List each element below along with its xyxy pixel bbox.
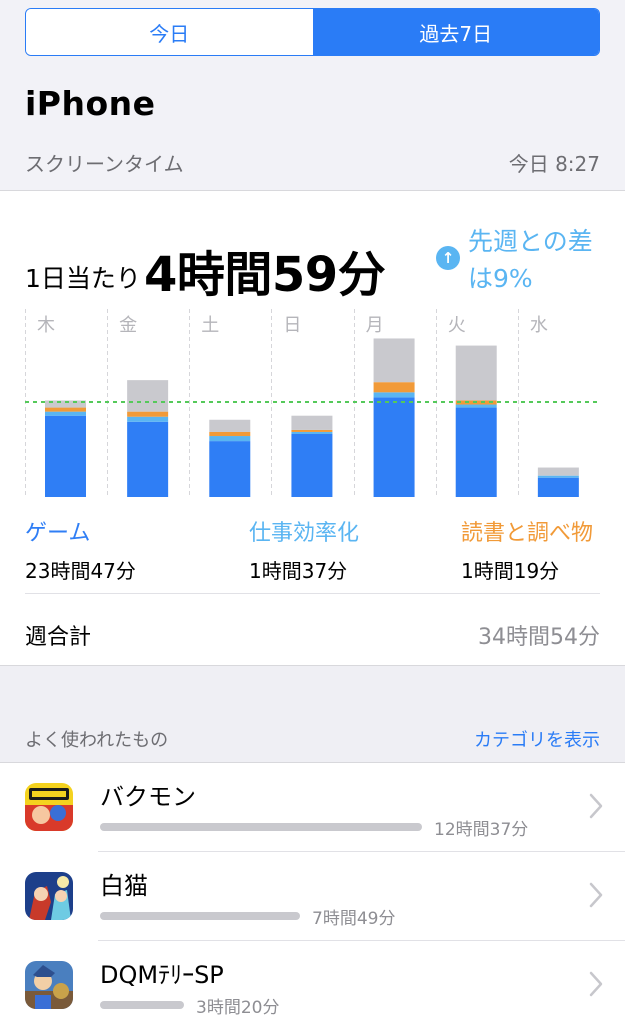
divider [25, 593, 600, 594]
chart-bar-segment [291, 433, 333, 497]
category-productivity: 仕事効率化 1時間37分 [249, 515, 359, 584]
chart-bar-segment [291, 431, 333, 434]
header-area: 今日 過去7日 iPhone スクリーンタイム 今日 8:27 [0, 0, 625, 190]
app-usage-bar [100, 823, 422, 831]
chart-bar-segment [455, 404, 497, 408]
chevron-right-icon [589, 971, 603, 997]
category-time: 23時間47分 [25, 559, 136, 583]
chart-bar-segment [127, 416, 169, 422]
chart-bar-segment [127, 380, 169, 412]
weekly-usage-chart: 木金土日月火水 [25, 309, 600, 497]
bakumon-app-icon [25, 783, 73, 831]
category-name: ゲーム [25, 521, 91, 546]
chart-bar-segment [209, 431, 251, 437]
app-usage-time: 12時間37分 [434, 820, 529, 840]
chart-bar-segment [291, 415, 333, 430]
device-title: iPhone [25, 84, 156, 123]
shironeko-app-icon [25, 872, 73, 920]
dqm-app-icon [25, 961, 73, 1009]
app-row-bakumon[interactable]: バクモン 12時間37分 [0, 763, 625, 852]
chart-bar-segment [373, 382, 415, 393]
period-segmented-control: 今日 過去7日 [25, 8, 600, 56]
category-games: ゲーム 23時間47分 [25, 515, 136, 584]
category-name: 仕事効率化 [249, 521, 360, 546]
show-categories-link[interactable]: カテゴリを表示 [474, 726, 600, 752]
daily-average-value: 4時間59分 [144, 247, 386, 303]
tab-past-7-days[interactable]: 過去7日 [312, 9, 599, 55]
chart-bar-segment [209, 441, 251, 497]
week-diff-text: 先週との差は9% [468, 227, 593, 293]
category-reading: 読書と調べ物 1時間19分 [461, 515, 593, 584]
chart-bar-segment [537, 467, 579, 476]
app-usage-time: 3時間20分 [196, 998, 280, 1018]
app-list: バクモン 12時間37分 白猫 7時間49分 DQMﾃﾘｰSP 3時間20分 [0, 762, 625, 1024]
app-row-shironeko[interactable]: 白猫 7時間49分 [0, 852, 625, 941]
category-time: 1時間19分 [461, 559, 560, 583]
app-name: DQMﾃﾘｰSP [100, 961, 224, 989]
usage-summary-card[interactable]: 1日当たり 4時間59分 ↑ 先週との差は9% 木 金 土 日 月 火 水 ゲーム 23時間… [0, 190, 625, 666]
chart-bar-segment [537, 475, 579, 478]
chart-bar-segment [455, 345, 497, 401]
app-name: 白猫 [100, 872, 148, 900]
chart-bar-segment [127, 421, 169, 497]
screen-time-timestamp: 今日 8:27 [508, 152, 600, 176]
chart-bar-segment [45, 407, 86, 412]
chart-bar-segment [537, 477, 579, 497]
most-used-label: よく使われたもの [25, 730, 169, 751]
chart-day-label: 木 [37, 315, 55, 336]
tab-today[interactable]: 今日 [26, 9, 313, 55]
chart-day-label: 火 [448, 315, 466, 336]
chart-bar-segment [373, 397, 415, 497]
category-name: 読書と調べ物 [461, 521, 594, 546]
chart-bar-segment [45, 415, 86, 497]
chart-day-label: 土 [201, 315, 219, 336]
chart-bar-segment [373, 392, 415, 398]
category-time: 1時間37分 [249, 559, 348, 583]
chart-day-label: 日 [283, 315, 301, 336]
app-usage-bar [100, 1001, 184, 1009]
chart-bar-segment [209, 436, 251, 442]
app-row-dqm[interactable]: DQMﾃﾘｰSP 3時間20分 [0, 941, 625, 1024]
screen-time-label: スクリーンタイム [25, 152, 184, 176]
arrow-up-icon: ↑ [436, 246, 460, 270]
chart-bar-segment [45, 411, 86, 416]
chart-day-label: 月 [366, 315, 384, 336]
app-usage-time: 7時間49分 [312, 909, 396, 929]
chart-bar-segment [127, 411, 169, 417]
weekly-total-label: 週合計 [25, 625, 92, 650]
chart-day-label: 金 [119, 315, 137, 336]
app-name: バクモン [100, 783, 196, 811]
chevron-right-icon [589, 882, 603, 908]
chevron-right-icon [589, 793, 603, 819]
chart-bar-segment [455, 407, 497, 497]
chart-bar-segment [291, 429, 333, 432]
app-usage-bar [100, 912, 300, 920]
chart-day-label: 水 [530, 315, 548, 336]
chart-bar-segment [209, 419, 251, 432]
daily-average-label: 1日当たり [25, 264, 141, 293]
weekly-total-value: 34時間54分 [478, 625, 600, 650]
category-legend: ゲーム 23時間47分 仕事効率化 1時間37分 読書と調べ物 1時間19分 [25, 515, 600, 583]
chart-bar-segment [373, 338, 415, 383]
